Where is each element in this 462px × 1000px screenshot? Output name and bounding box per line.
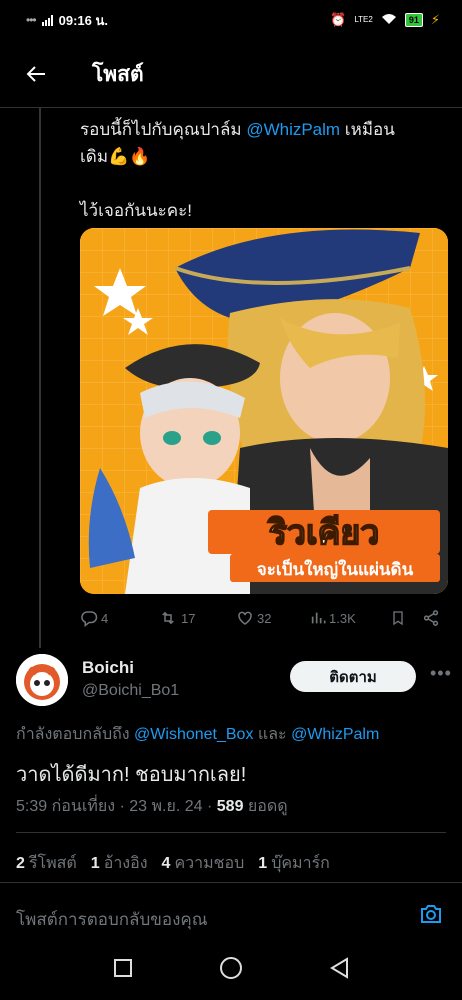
status-bar: ••• 09:16 น. ⏰ LTE2 91 ⚡ [0,0,462,40]
stat-label: บุ๊คมาร์ก [271,855,330,872]
divider [0,882,462,883]
retweet-icon [162,611,174,625]
retweet-button[interactable]: 17 [158,609,236,627]
share-button[interactable] [422,609,440,627]
like-count: 32 [257,610,272,626]
more-options-icon[interactable]: ••• [430,663,452,684]
image-title-small: จะเป็นใหญ่ในแผ่นดิน [257,557,414,580]
views-count: 1.3K [329,610,356,626]
mention-link[interactable]: @Wishonet_Box [134,726,253,743]
stat-quotes[interactable]: 1 อ้างอิง [91,851,148,876]
page-title: โพสต์ [92,62,144,86]
stat-count: 1 [90,855,100,872]
reply-author-name[interactable]: Boichi [82,658,134,678]
alarm-icon: ⏰ [330,12,347,27]
stat-label: อ้างอิง [103,855,148,872]
back-nav-icon[interactable] [329,956,349,984]
reply-meta: 5:39 ก่อนเที่ยง · 23 พ.ย. 24 · 589 ยอดดู [16,794,288,819]
reply-text: วาดได้ดีมาก! ชอบมากเลย! [16,764,247,786]
home-icon[interactable] [219,956,243,985]
share-icon [423,610,439,626]
reply-view-count: 589 [216,798,244,815]
stat-reposts[interactable]: 2 รีโพสต์ [16,851,77,876]
views-button[interactable]: 1.3K [310,610,390,626]
stat-count: 4 [161,855,171,872]
like-button[interactable]: 32 [236,609,310,627]
tweet-text-line2: เดิม💪🔥 [80,147,151,166]
recent-apps-icon[interactable] [113,958,133,983]
stat-count: 2 [16,855,25,872]
bookmark-button[interactable] [390,609,422,627]
reply-input[interactable]: โพสต์การตอบกลับของคุณ [16,906,208,933]
tweet-text-line1-suffix: เหมือน [340,120,395,139]
reply-author-handle[interactable]: @Boichi_Bo1 [82,682,179,700]
wifi-icon [381,13,397,28]
image-title-big: ริวเคียว [267,513,379,553]
stat-label: ความชอบ [174,855,245,872]
reply-stats: 2 รีโพสต์ 1 อ้างอิง 4 ความชอบ 1 บุ๊คมาร์ก [16,851,330,876]
notification-dots: ••• [26,13,37,27]
battery-icon: 91 [404,13,423,27]
system-nav-bar [0,940,462,1000]
reply-count: 4 [101,610,109,626]
tweet-image[interactable]: ริวเคียว จะเป็นใหญ่ในแผ่นดิน [80,228,448,594]
stat-bookmarks[interactable]: 1 บุ๊คมาร์ก [258,851,330,876]
volte-icon: LTE2 [354,15,373,24]
divider [16,832,446,833]
reply-button[interactable]: 4 [80,609,158,627]
reply-icon [81,611,98,627]
views-icon [311,612,326,624]
header-divider [0,107,462,108]
replying-prefix: กำลังตอบกลับถึง [16,726,135,743]
thread-connector-line [39,108,41,648]
avatar[interactable] [16,654,68,706]
reply-timestamp: 5:39 ก่อนเที่ยง · 23 พ.ย. 24 · [16,798,217,815]
signal-icon [41,14,53,26]
follow-button[interactable]: ติดตาม [290,661,416,692]
replying-to: กำลังตอบกลับถึง @Wishonet_Box และ @WhizP… [16,722,379,747]
status-time: 09:16 น. [58,12,108,28]
tweet-text: รอบนี้ก็ไปกับคุณปาล์ม @WhizPalm เหมือน เ… [80,116,450,224]
top-bar: โพสต์ [0,46,462,102]
replying-and: และ [253,726,292,743]
stat-label: รีโพสต์ [28,855,77,872]
stat-likes[interactable]: 4 ความชอบ [162,851,245,876]
reply-views-label: ยอดดู [243,798,288,815]
stat-count: 1 [258,855,268,872]
retweet-count: 17 [181,610,196,626]
heart-icon [238,611,252,625]
mention-link[interactable]: @WhizPalm [291,726,379,743]
back-arrow-icon[interactable] [10,48,62,100]
tweet-text-line1: รอบนี้ก็ไปกับคุณปาล์ม [80,120,247,139]
tweet-text-line3: ไว้เจอกันนะคะ! [80,201,192,220]
tweet-actions: 4 17 32 1.3K [80,606,442,630]
camera-icon[interactable] [418,902,444,931]
mention-link[interactable]: @WhizPalm [246,120,340,139]
charging-icon: ⚡ [430,12,440,27]
bookmark-icon [393,611,403,626]
